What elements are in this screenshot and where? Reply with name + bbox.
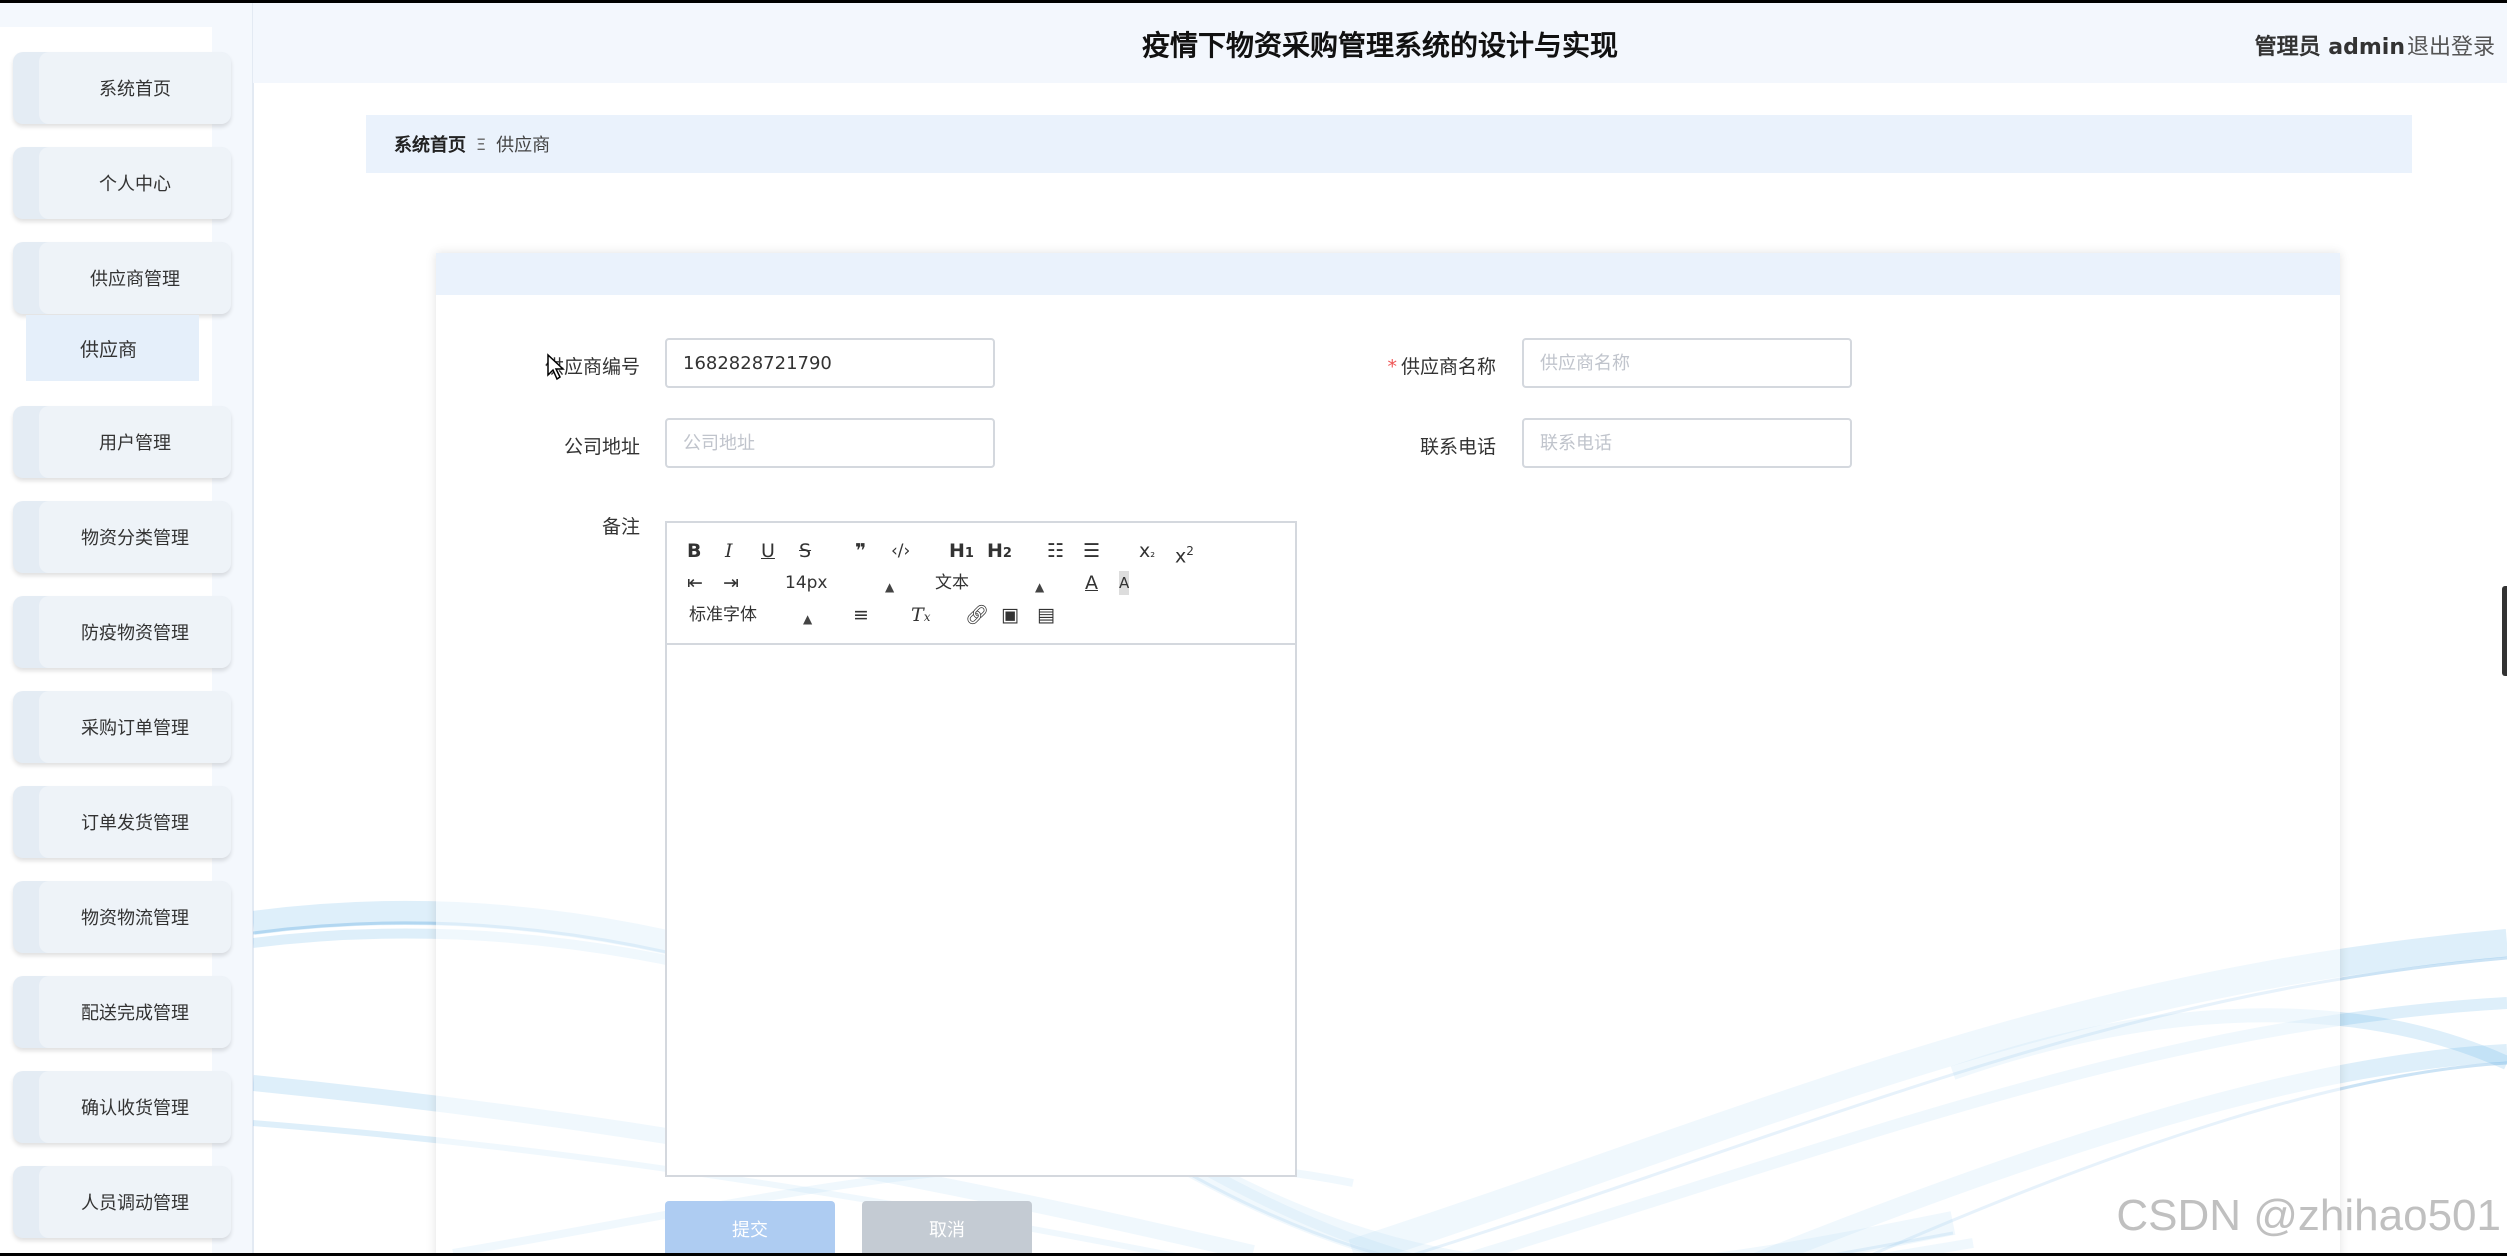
supplier-name-input[interactable] [1522, 338, 1852, 388]
sidebar-item-confirm-receipt[interactable]: 确认收货管理 [13, 1071, 231, 1143]
cancel-button[interactable]: 取消 [862, 1201, 1032, 1253]
heading2-icon[interactable]: H2 [987, 539, 1012, 566]
sidebar-item-user-management[interactable]: 用户管理 [13, 406, 231, 478]
sidebar-item-label: 用户管理 [39, 406, 231, 478]
sidebar-item-delivery-complete[interactable]: 配送完成管理 [13, 976, 231, 1048]
sidebar-item-label: 确认收货管理 [39, 1071, 231, 1143]
sidebar-item-label: 采购订单管理 [39, 691, 231, 763]
sidebar-item-purchase-orders[interactable]: 采购订单管理 [13, 691, 231, 763]
font-size-select[interactable]: 14px [785, 571, 827, 595]
sidebar-item-epidemic-supplies[interactable]: 防疫物资管理 [13, 596, 231, 668]
blockquote-icon[interactable]: ❞ [855, 539, 866, 563]
link-icon[interactable]: 🔗︎ [965, 603, 989, 627]
heading1-icon[interactable]: H1 [949, 539, 974, 566]
strikethrough-icon[interactable]: S [799, 539, 811, 563]
bold-icon[interactable]: B [687, 539, 701, 563]
sidebar-item-label: 防疫物资管理 [39, 596, 231, 668]
address-label: 公司地址 [563, 436, 640, 458]
phone-label: 联系电话 [1419, 436, 1496, 458]
app-window: 系统首页 个人中心 供应商管理 供应商 用户管理 物资分类管理 防疫物资管理 采… [0, 3, 2507, 1253]
ordered-list-icon[interactable]: ☷ [1047, 539, 1064, 563]
address-input[interactable] [665, 418, 995, 468]
superscript-icon[interactable]: x2 [1175, 539, 1194, 568]
font-size-arrow-icon: ▲ [885, 580, 895, 594]
rich-text-editor: B I U S ❞ ‹/› H1 H2 ☷ ☰ x₂ x2 ⇤ ⇥ 14px ▲… [665, 521, 1297, 1177]
italic-icon[interactable]: I [725, 539, 733, 563]
code-block-icon[interactable]: ‹/› [891, 539, 910, 563]
video-icon[interactable]: ▤ [1037, 603, 1055, 627]
breadcrumb: 系统首页 Ξ 供应商 [366, 115, 2412, 173]
outdent-icon[interactable]: ⇤ [687, 571, 703, 595]
text-type-arrow-icon: ▲ [1035, 580, 1045, 594]
top-header: 疫情下物资采购管理系统的设计与实现 管理员 admin 退出登录 [253, 3, 2507, 83]
image-icon[interactable]: ▣ [1001, 603, 1019, 627]
logout-link[interactable]: 退出登录 [2407, 29, 2495, 61]
phone-input[interactable] [1522, 418, 1852, 468]
sidebar-item-category-management[interactable]: 物资分类管理 [13, 501, 231, 573]
align-icon[interactable]: ≡ [853, 603, 869, 627]
sidebar-item-label: 订单发货管理 [39, 786, 231, 858]
sidebar-item-label: 物资分类管理 [39, 501, 231, 573]
mouse-cursor-icon [547, 353, 565, 381]
page-title: 疫情下物资采购管理系统的设计与实现 [1141, 29, 1618, 62]
sidebar-item-label: 系统首页 [39, 52, 231, 124]
user-info: 管理员 admin [2254, 35, 2405, 60]
background-color-icon[interactable]: A [1119, 571, 1130, 595]
sidebar-item-home[interactable]: 系统首页 [13, 52, 231, 124]
sidebar-item-label: 配送完成管理 [39, 976, 231, 1048]
underline-icon[interactable]: U [761, 539, 775, 563]
text-type-select[interactable]: 文本 [935, 571, 969, 595]
remark-label: 备注 [601, 516, 640, 538]
watermark: CSDN @zhihao501 [2116, 1191, 2501, 1240]
sidebar: 系统首页 个人中心 供应商管理 供应商 用户管理 物资分类管理 防疫物资管理 采… [0, 3, 254, 1253]
sidebar-item-supplier-management[interactable]: 供应商管理 [13, 242, 231, 314]
sidebar-item-order-shipping[interactable]: 订单发货管理 [13, 786, 231, 858]
submit-button[interactable]: 提交 [665, 1201, 835, 1253]
font-color-icon[interactable]: A [1085, 571, 1098, 595]
editor-toolbar: B I U S ❞ ‹/› H1 H2 ☷ ☰ x₂ x2 ⇤ ⇥ 14px ▲… [667, 523, 1295, 645]
subscript-icon[interactable]: x₂ [1139, 539, 1155, 565]
sidebar-item-label: 人员调动管理 [39, 1166, 231, 1238]
required-mark: * [1387, 356, 1397, 378]
breadcrumb-current: 供应商 [496, 135, 551, 156]
sidebar-item-personnel-transfer[interactable]: 人员调动管理 [13, 1166, 231, 1238]
supplier-no-label: 供应商编号 [544, 356, 640, 378]
font-family-select[interactable]: 标准字体 [689, 603, 757, 627]
breadcrumb-separator-icon: Ξ [476, 134, 487, 154]
scrollbar-thumb[interactable] [2502, 586, 2507, 676]
card-header [436, 253, 2340, 295]
sidebar-item-label: 供应商管理 [39, 242, 231, 314]
sidebar-subitem-supplier[interactable]: 供应商 [26, 315, 199, 381]
indent-icon[interactable]: ⇥ [723, 571, 739, 595]
bullet-list-icon[interactable]: ☰ [1083, 539, 1100, 563]
editor-content-area[interactable] [667, 645, 1295, 1175]
clear-format-icon[interactable]: Tx [911, 603, 930, 629]
sidebar-item-label: 物资物流管理 [39, 881, 231, 953]
font-family-arrow-icon: ▲ [803, 612, 813, 626]
breadcrumb-home[interactable]: 系统首页 [394, 131, 466, 157]
sidebar-item-logistics[interactable]: 物资物流管理 [13, 881, 231, 953]
sidebar-item-profile[interactable]: 个人中心 [13, 147, 231, 219]
supplier-no-input[interactable] [665, 338, 995, 388]
sidebar-item-label: 个人中心 [39, 147, 231, 219]
supplier-name-label: * 供应商名称 [1387, 356, 1496, 378]
